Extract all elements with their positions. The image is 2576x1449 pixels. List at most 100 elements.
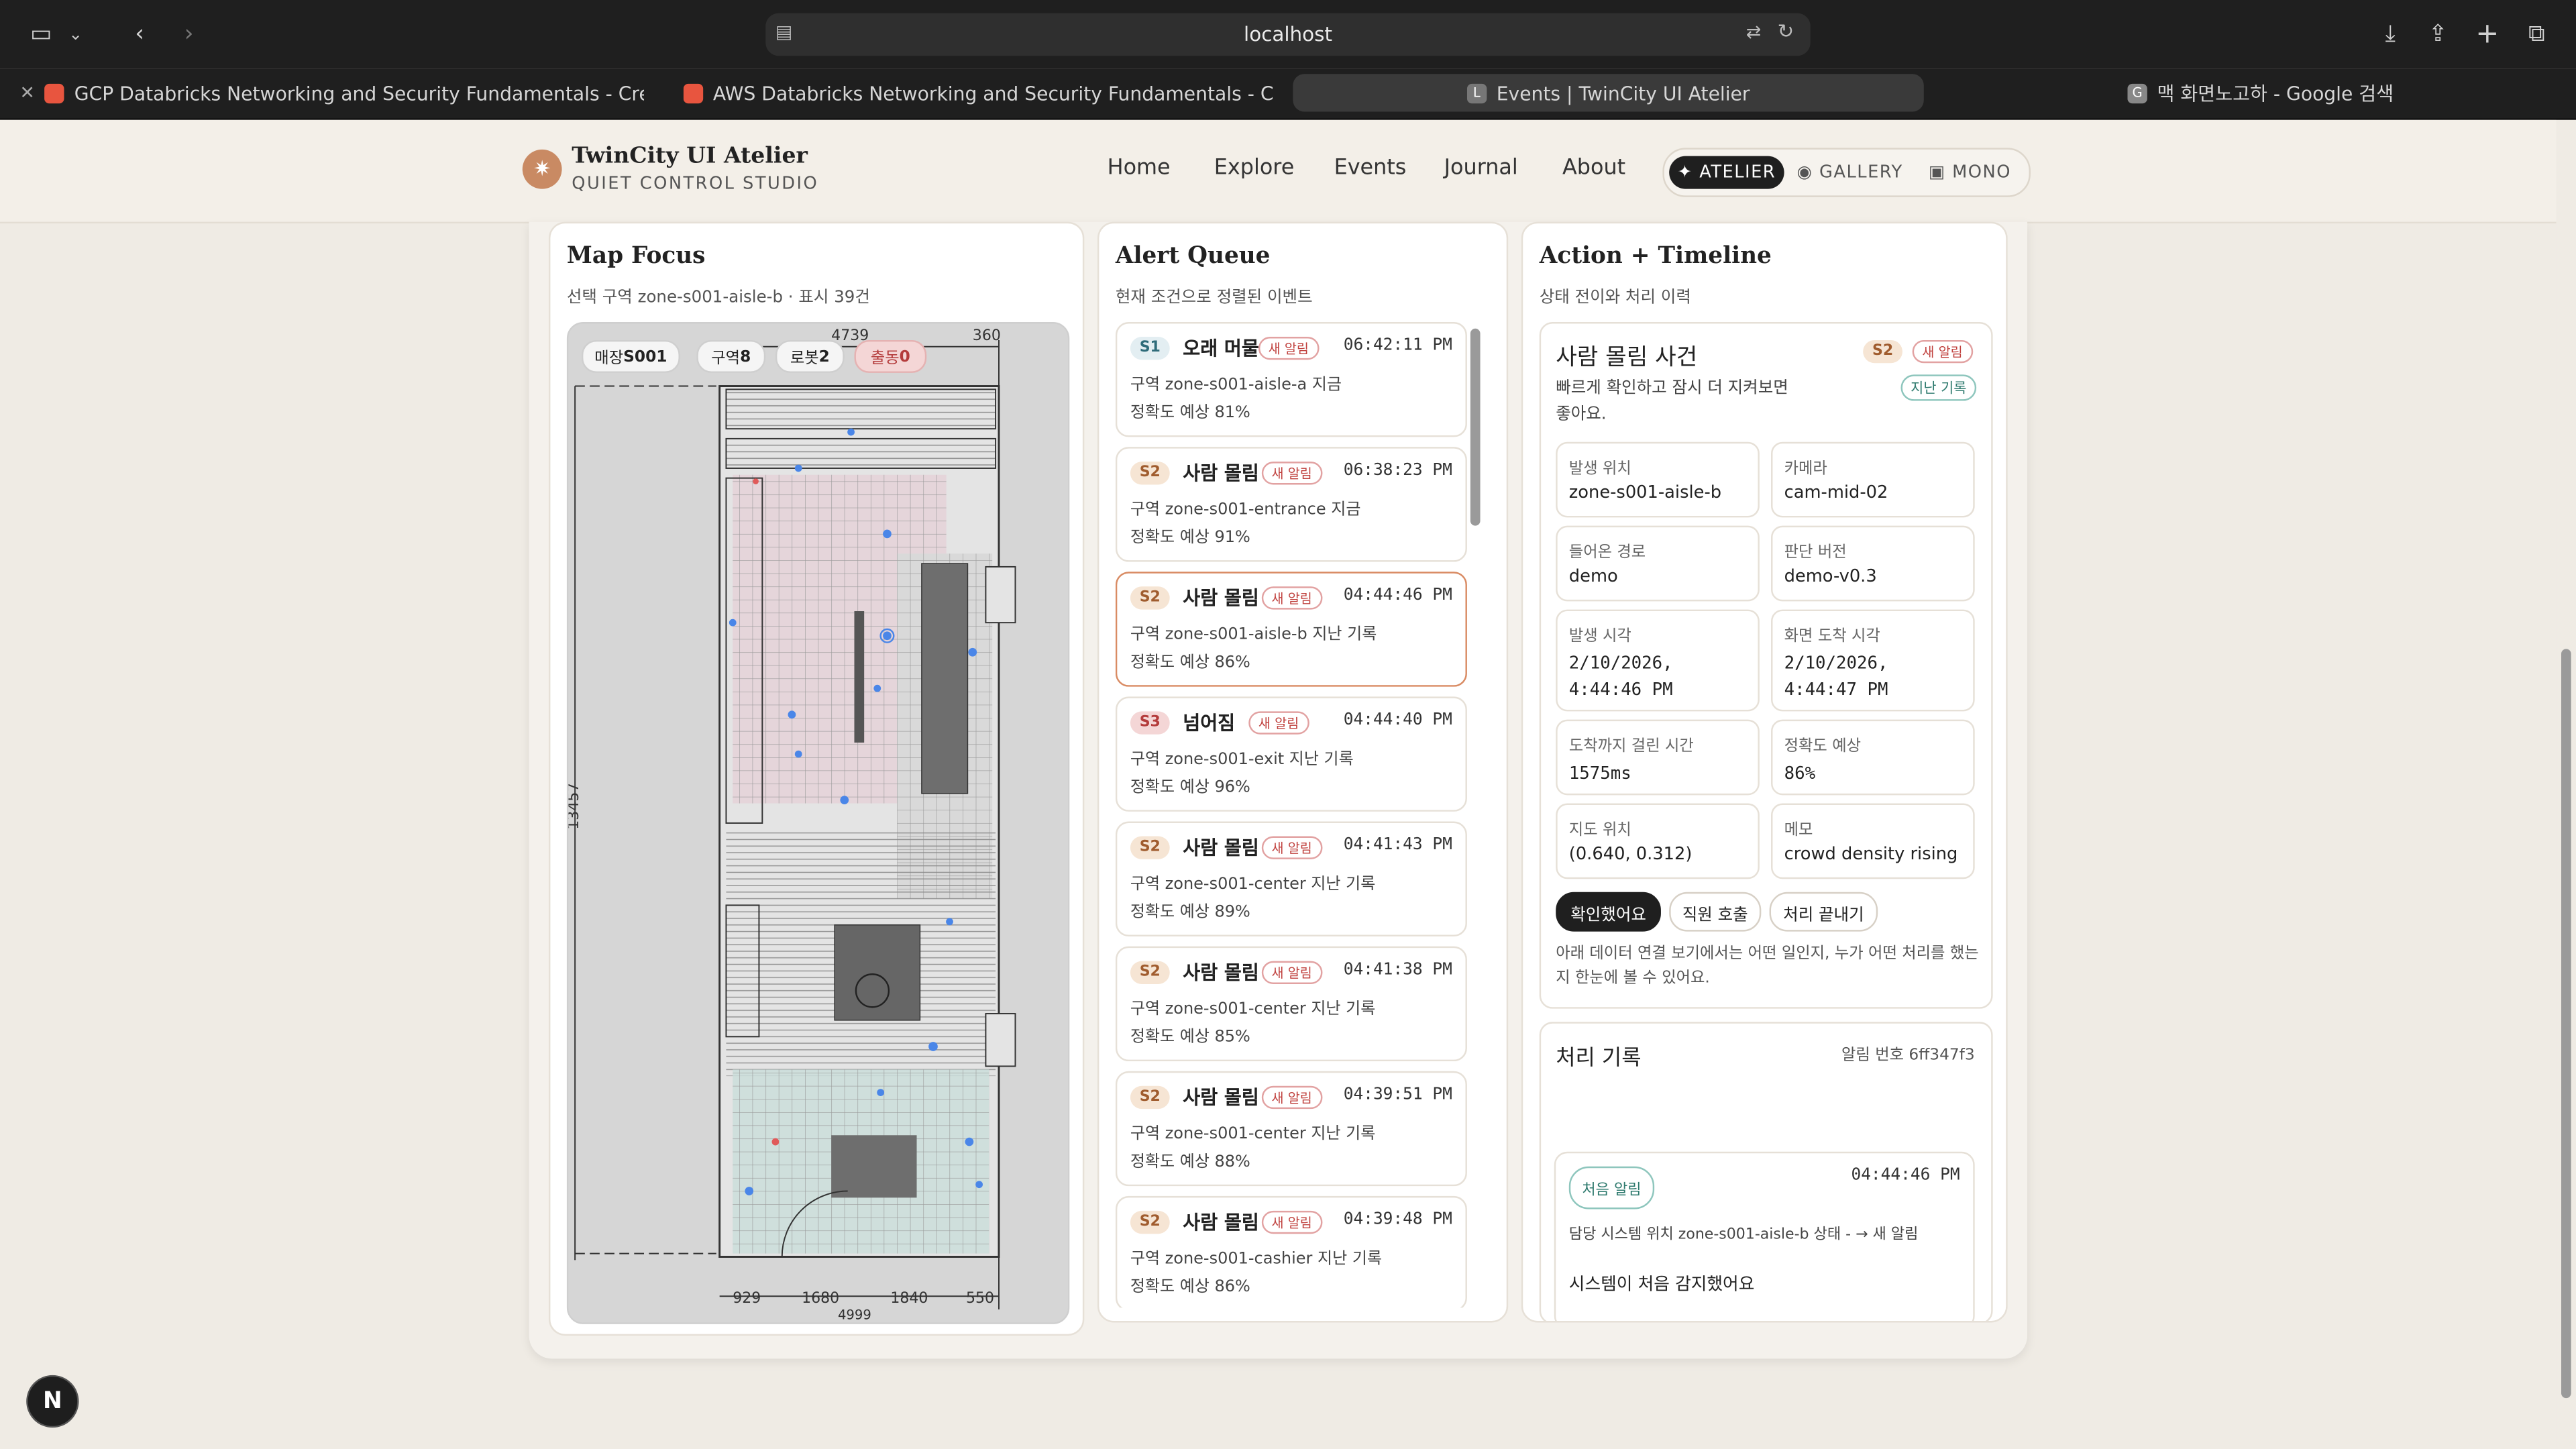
dispatch-chip-label: 출동 bbox=[870, 350, 900, 368]
field-source: 들어온 경로 demo bbox=[1556, 525, 1760, 602]
databricks-icon bbox=[683, 83, 704, 103]
log-entry-time: 04:44:46 PM bbox=[1851, 1166, 1960, 1185]
dimension-bottom-total: 4999 bbox=[838, 1307, 871, 1323]
confirm-button[interactable]: 확인했어요 bbox=[1556, 892, 1661, 932]
brand-title[interactable]: TwinCity UI Atelier bbox=[572, 143, 808, 169]
theme-switcher: ✦ ATELIER ◉ GALLERY ▣ MONO bbox=[1662, 148, 2031, 197]
sidebar-toggle-icon[interactable]: ▭ bbox=[23, 15, 59, 54]
robot-chip-label: 로봇 bbox=[790, 350, 819, 368]
alert-zone: 구역 zone-s001-aisle-b 지난 기록 bbox=[1130, 626, 1377, 645]
severity-badge: S2 bbox=[1130, 1210, 1170, 1234]
theme-gallery[interactable]: ◉ GALLERY bbox=[1796, 156, 1904, 189]
new-tab-icon[interactable]: + bbox=[2469, 15, 2506, 54]
zone-chip[interactable]: 구역 8 bbox=[696, 339, 766, 373]
databricks-icon bbox=[44, 83, 65, 103]
tab-aws-databricks[interactable]: AWS Databricks Networking and Security F… bbox=[683, 74, 1275, 111]
dev-tools-badge[interactable]: N bbox=[26, 1375, 79, 1428]
field-value: 86% bbox=[1784, 763, 1816, 784]
alert-time: 04:39:51 PM bbox=[1343, 1085, 1452, 1104]
alert-card[interactable]: S3 넘어짐 새 알림 04:44:40 PM 구역 zone-s001-exi… bbox=[1115, 696, 1467, 812]
alert-list[interactable]: S1 오래 머물 새 알림 06:42:11 PM 구역 zone-s001-a… bbox=[1115, 322, 1467, 1308]
nav-home[interactable]: Home bbox=[1108, 156, 1171, 181]
alert-card[interactable]: S1 오래 머물 새 알림 06:42:11 PM 구역 zone-s001-a… bbox=[1115, 322, 1467, 437]
field-label: 판단 버전 bbox=[1784, 543, 1847, 562]
action-buttons: 확인했어요 직원 호출 처리 끝내기 bbox=[1556, 892, 1983, 932]
alert-title: 사람 몰림 bbox=[1183, 961, 1259, 984]
theme-atelier[interactable]: ✦ ATELIER bbox=[1669, 156, 1784, 189]
nav-about[interactable]: About bbox=[1562, 156, 1625, 181]
new-alert-tag: 새 알림 bbox=[1261, 836, 1322, 859]
page-scrollbar[interactable] bbox=[2556, 119, 2576, 1449]
robot-chip-value: 2 bbox=[818, 347, 830, 366]
forward-icon[interactable]: › bbox=[171, 15, 207, 54]
severity-badge: S2 bbox=[1130, 586, 1170, 610]
store-chip-label: 매장 bbox=[594, 350, 624, 368]
reload-icon[interactable]: ↻ bbox=[1778, 19, 1794, 42]
robot-chip[interactable]: 로봇 2 bbox=[775, 339, 845, 373]
new-alert-tag: 새 알림 bbox=[1261, 462, 1322, 485]
severity-badge: S3 bbox=[1130, 711, 1170, 735]
alert-card[interactable]: S2 사람 몰림 새 알림 06:38:23 PM 구역 zone-s001-e… bbox=[1115, 447, 1467, 562]
floor-plan-map[interactable]: 4739 360 13457 929 1680 1840 550 4999 매장… bbox=[566, 322, 1070, 1324]
alert-card-selected[interactable]: S2 사람 몰림 새 알림 04:44:46 PM 구역 zone-s001-a… bbox=[1115, 572, 1467, 687]
chevron-down-icon[interactable]: ⌄ bbox=[62, 15, 89, 54]
tab-google-search[interactable]: G 맥 화면노고하 - Google 검색 bbox=[2127, 74, 2538, 111]
tab-events-active[interactable]: L Events | TwinCity UI Atelier bbox=[1293, 74, 1924, 112]
processing-log: 처리 기록 알림 번호 6ff347f3 처음 알림 04:44:46 PM 담… bbox=[1539, 1022, 1993, 1321]
new-alert-tag: 새 알림 bbox=[1261, 586, 1322, 610]
incident-title: 사람 몰림 사건 bbox=[1556, 345, 1698, 372]
brand-subtitle: QUIET CONTROL STUDIO bbox=[572, 174, 819, 194]
tab-overview-icon[interactable]: ⧉ bbox=[2518, 15, 2555, 54]
field-latency: 도착까지 걸린 시간 1575ms bbox=[1556, 719, 1760, 796]
tab-title: Events | TwinCity UI Atelier bbox=[1496, 81, 1750, 105]
alert-accuracy: 정확도 예상 86% bbox=[1130, 653, 1250, 672]
close-icon[interactable]: ✕ bbox=[19, 82, 35, 103]
field-label: 정확도 예상 bbox=[1784, 737, 1862, 756]
nav-explore[interactable]: Explore bbox=[1214, 156, 1295, 181]
download-icon[interactable]: ⤓ bbox=[2372, 15, 2408, 54]
back-icon[interactable]: ‹ bbox=[121, 15, 158, 54]
alert-title: 넘어짐 bbox=[1183, 711, 1236, 735]
translate-icon[interactable]: ⇄ bbox=[1746, 21, 1762, 43]
alert-card[interactable]: S2 사람 몰림 새 알림 04:39:51 PM 구역 zone-s001-c… bbox=[1115, 1071, 1467, 1187]
alert-card[interactable]: S2 사람 몰림 새 알림 04:41:38 PM 구역 zone-s001-c… bbox=[1115, 946, 1467, 1062]
log-entry[interactable]: 처음 알림 04:44:46 PM 담당 시스템 위치 zone-s001-ai… bbox=[1554, 1151, 1975, 1321]
alert-list-scrollbar[interactable] bbox=[1470, 328, 1481, 526]
store-chip[interactable]: 매장 S001 bbox=[581, 339, 680, 373]
tab-title: GCP Databricks Networking and Security F… bbox=[74, 81, 644, 105]
alert-accuracy: 정확도 예상 81% bbox=[1130, 404, 1250, 423]
alert-zone: 구역 zone-s001-cashier 지난 기록 bbox=[1130, 1250, 1382, 1269]
share-icon[interactable]: ⇪ bbox=[2420, 15, 2456, 54]
alert-accuracy: 정확도 예상 86% bbox=[1130, 1278, 1250, 1297]
dispatch-chip[interactable]: 출동 0 bbox=[854, 339, 927, 373]
alert-time: 04:39:48 PM bbox=[1343, 1210, 1452, 1229]
alert-time: 06:42:11 PM bbox=[1343, 337, 1452, 355]
field-label: 도착까지 걸린 시간 bbox=[1568, 737, 1694, 756]
alert-time: 04:41:43 PM bbox=[1343, 836, 1452, 855]
address-bar[interactable]: ▤ localhost ⇄ ↻ bbox=[765, 13, 1811, 56]
alert-time: 04:44:40 PM bbox=[1343, 711, 1452, 730]
dimension-bottom-1: 929 bbox=[733, 1290, 761, 1307]
field-label: 메모 bbox=[1784, 821, 1813, 840]
theme-mono[interactable]: ▣ MONO bbox=[1924, 156, 2016, 189]
incident-card: 사람 몰림 사건 S2 새 알림 지난 기록 빠르게 확인하고 잠시 더 지켜보… bbox=[1539, 322, 1993, 1009]
alert-card[interactable]: S2 사람 몰림 새 알림 04:41:43 PM 구역 zone-s001-c… bbox=[1115, 821, 1467, 936]
nav-journal[interactable]: Journal bbox=[1444, 156, 1518, 181]
call-staff-button[interactable]: 직원 호출 bbox=[1669, 892, 1762, 932]
page: ✷ TwinCity UI Atelier QUIET CONTROL STUD… bbox=[0, 119, 2557, 1449]
log-entry-message: 시스템이 처음 감지했어요 bbox=[1568, 1275, 1755, 1295]
alert-card[interactable]: S2 사람 몰림 새 알림 04:39:48 PM 구역 zone-s001-c… bbox=[1115, 1195, 1467, 1308]
alert-time: 04:41:38 PM bbox=[1343, 961, 1452, 979]
field-location: 발생 위치 zone-s001-aisle-b bbox=[1556, 441, 1760, 518]
brand-logo-icon[interactable]: ✷ bbox=[522, 149, 562, 189]
alert-accuracy: 정확도 예상 89% bbox=[1130, 903, 1250, 922]
alert-title: 사람 몰림 bbox=[1183, 462, 1259, 485]
nav-events[interactable]: Events bbox=[1334, 156, 1407, 181]
page-scroll-thumb[interactable] bbox=[2561, 649, 2571, 1399]
alert-accuracy: 정확도 예상 85% bbox=[1130, 1028, 1250, 1047]
tab-gcp-databricks[interactable]: ✕ GCP Databricks Networking and Security… bbox=[19, 74, 644, 111]
dispatch-chip-value: 0 bbox=[899, 347, 910, 366]
finish-button[interactable]: 처리 끝내기 bbox=[1769, 892, 1878, 932]
new-alert-tag: 새 알림 bbox=[1912, 339, 1973, 364]
incident-footnote: 아래 데이터 연결 보기에서는 어떤 일인지, 누가 어떤 처리를 했는지 한눈… bbox=[1556, 945, 1979, 987]
